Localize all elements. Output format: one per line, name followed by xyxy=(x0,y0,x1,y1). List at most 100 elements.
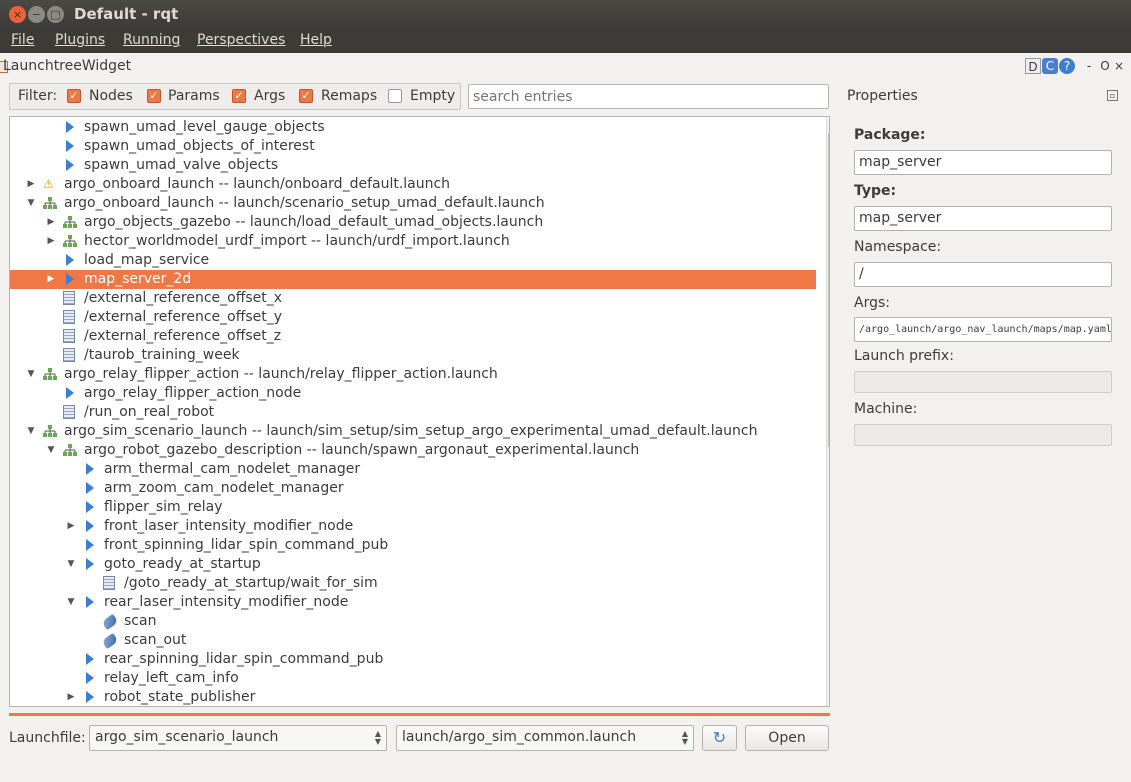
launch-tree[interactable]: ▲ ▼ spawn_umad_level_gauge_objects spawn_… xyxy=(9,116,830,707)
collapse-arrow-icon[interactable]: ▶ xyxy=(25,175,37,194)
package-combobox-value: argo_sim_scenario_launch xyxy=(95,729,279,745)
node-icon xyxy=(66,273,74,285)
tree-row[interactable]: spawn_umad_level_gauge_objects xyxy=(10,118,816,137)
tree-row-label: spawn_umad_objects_of_interest xyxy=(84,138,315,154)
collapse-arrow-icon[interactable]: ▶ xyxy=(65,517,77,536)
tree-row[interactable]: ▼ argo_sim_scenario_launch -- launch/sim_… xyxy=(10,422,816,441)
launch-prefix-label: Launch prefix: xyxy=(854,348,954,364)
tree-row[interactable]: arm_thermal_cam_nodelet_manager xyxy=(10,460,816,479)
args-field[interactable]: /argo_launch/argo_nav_launch/maps/map.ya… xyxy=(854,317,1112,342)
widget-header-buttons: D C ? - O × xyxy=(1025,58,1125,76)
tree-row[interactable]: ▼ argo_robot_gazebo_description -- launch… xyxy=(10,441,816,460)
type-field[interactable]: map_server xyxy=(854,206,1112,231)
tree-row[interactable]: ▶ ⚠ argo_onboard_launch -- launch/onboard_… xyxy=(10,175,816,194)
scroll-up-arrow[interactable]: ▲ xyxy=(826,119,830,128)
node-icon xyxy=(66,387,74,399)
expand-arrow-icon[interactable]: ▼ xyxy=(25,365,37,384)
search-input[interactable] xyxy=(468,84,829,109)
tree-row[interactable]: front_spinning_lidar_spin_command_pub xyxy=(10,536,816,555)
tree-row[interactable]: ▼ argo_relay_flipper_action -- launch/rel… xyxy=(10,365,816,384)
tree-row[interactable]: /external_reference_offset_z xyxy=(10,327,816,346)
tree-row[interactable]: /run_on_real_robot xyxy=(10,403,816,422)
tree-row[interactable]: ▼ goto_ready_at_startup xyxy=(10,555,816,574)
properties-float-icon[interactable]: ▫ xyxy=(1107,90,1118,101)
expand-arrow-icon[interactable]: ▼ xyxy=(65,593,77,612)
tree-row[interactable]: ▶ argo_objects_gazebo -- launch/load_defa… xyxy=(10,213,816,232)
tree-row[interactable]: ▶ hector_worldmodel_urdf_import -- launch… xyxy=(10,232,816,251)
empty-checkbox[interactable] xyxy=(388,89,402,103)
machine-label: Machine: xyxy=(854,401,918,417)
scrollbar-thumb[interactable] xyxy=(828,131,829,449)
tree-row-label: hector_worldmodel_urdf_import -- launch/… xyxy=(84,233,510,249)
nodes-checkbox[interactable]: ✓ xyxy=(67,89,81,103)
tree-row[interactable]: load_map_service xyxy=(10,251,816,270)
tree-row[interactable]: arm_zoom_cam_nodelet_manager xyxy=(10,479,816,498)
package-combobox[interactable]: argo_sim_scenario_launch ▲ ▼ xyxy=(89,725,387,751)
help-icon[interactable]: ? xyxy=(1059,58,1075,74)
collapse-arrow-icon[interactable]: ▶ xyxy=(45,232,57,251)
tree-row[interactable]: /external_reference_offset_y xyxy=(10,308,816,327)
tree-row-label: rear_laser_intensity_modifier_node xyxy=(104,594,349,610)
tree-row[interactable]: scan_out xyxy=(10,631,816,650)
remaps-checkbox-label[interactable]: Remaps xyxy=(321,88,377,104)
collapse-arrow-icon[interactable]: ▶ xyxy=(65,688,77,706)
params-checkbox[interactable]: ✓ xyxy=(147,89,161,103)
tree-row[interactable]: /goto_ready_at_startup/wait_for_sim xyxy=(10,574,816,593)
launchfile-label: Launchfile: xyxy=(9,730,86,746)
tree-row[interactable]: ▶ front_laser_intensity_modifier_node xyxy=(10,517,816,536)
menu-plugins[interactable]: Plugins xyxy=(55,32,105,48)
minimize-widget-icon[interactable]: - xyxy=(1081,58,1097,74)
window-close-button[interactable]: × xyxy=(9,6,26,23)
remaps-checkbox[interactable]: ✓ xyxy=(299,89,313,103)
menu-file[interactable]: File xyxy=(11,32,34,48)
node-icon xyxy=(86,691,94,703)
tree-row[interactable]: /taurob_training_week xyxy=(10,346,816,365)
dock-icon[interactable]: D xyxy=(1025,58,1041,74)
tree-row-label: /external_reference_offset_z xyxy=(84,328,282,344)
launch-file-icon xyxy=(63,235,77,248)
tree-row[interactable]: /external_reference_offset_x xyxy=(10,289,816,308)
tree-row[interactable]: argo_relay_flipper_action_node xyxy=(10,384,816,403)
menu-perspectives[interactable]: Perspectives xyxy=(197,32,285,48)
node-icon xyxy=(86,501,94,513)
expand-arrow-icon[interactable]: ▼ xyxy=(25,422,37,441)
params-checkbox-label[interactable]: Params xyxy=(168,88,220,104)
scroll-down-arrow[interactable]: ▼ xyxy=(826,694,830,703)
tree-row[interactable]: spawn_umad_valve_objects xyxy=(10,156,816,175)
collapse-arrow-icon[interactable]: ▶ xyxy=(45,270,57,289)
empty-checkbox-label[interactable]: Empty xyxy=(410,88,455,104)
tree-row[interactable]: spawn_umad_objects_of_interest xyxy=(10,137,816,156)
tree-row[interactable]: flipper_sim_relay xyxy=(10,498,816,517)
namespace-field[interactable]: / xyxy=(854,262,1112,287)
tree-row[interactable]: scan xyxy=(10,612,816,631)
tree-row[interactable]: rear_spinning_lidar_spin_command_pub xyxy=(10,650,816,669)
nodes-checkbox-label[interactable]: Nodes xyxy=(89,88,133,104)
launch-file-icon xyxy=(63,216,77,229)
tree-row-label: argo_onboard_launch -- launch/scenario_s… xyxy=(64,195,545,211)
menu-running[interactable]: Running xyxy=(123,32,180,48)
window-maximize-button[interactable]: □ xyxy=(47,6,64,23)
launch-file-icon xyxy=(43,197,57,210)
tree-row[interactable]: ▶ map_server_2d xyxy=(10,270,816,289)
reload-launchfile-button[interactable]: ↻ xyxy=(702,725,737,751)
tree-row[interactable]: ▶ robot_state_publisher xyxy=(10,688,816,706)
tree-row[interactable]: ▼ argo_onboard_launch -- launch/scenario_… xyxy=(10,194,816,213)
expand-arrow-icon[interactable]: ▼ xyxy=(25,194,37,213)
tree-row[interactable]: ▼ rear_laser_intensity_modifier_node xyxy=(10,593,816,612)
menu-help[interactable]: Help xyxy=(300,32,332,48)
launchfile-combobox[interactable]: launch/argo_sim_common.launch ▲ ▼ xyxy=(396,725,694,751)
args-checkbox-label[interactable]: Args xyxy=(254,88,285,104)
collapse-arrow-icon[interactable]: ▶ xyxy=(45,213,57,232)
expand-arrow-icon[interactable]: ▼ xyxy=(45,441,57,460)
param-icon xyxy=(63,348,75,362)
close-widget-icon[interactable]: × xyxy=(1111,58,1127,74)
open-button[interactable]: Open xyxy=(745,725,829,751)
package-field[interactable]: map_server xyxy=(854,150,1112,175)
expand-arrow-icon[interactable]: ▼ xyxy=(65,555,77,574)
window-minimize-button[interactable]: − xyxy=(28,6,45,23)
node-icon xyxy=(86,672,94,684)
args-checkbox[interactable]: ✓ xyxy=(232,89,246,103)
splitter-handle[interactable] xyxy=(9,713,830,716)
tree-row[interactable]: relay_left_cam_info xyxy=(10,669,816,688)
reload-icon[interactable]: C xyxy=(1042,58,1058,74)
